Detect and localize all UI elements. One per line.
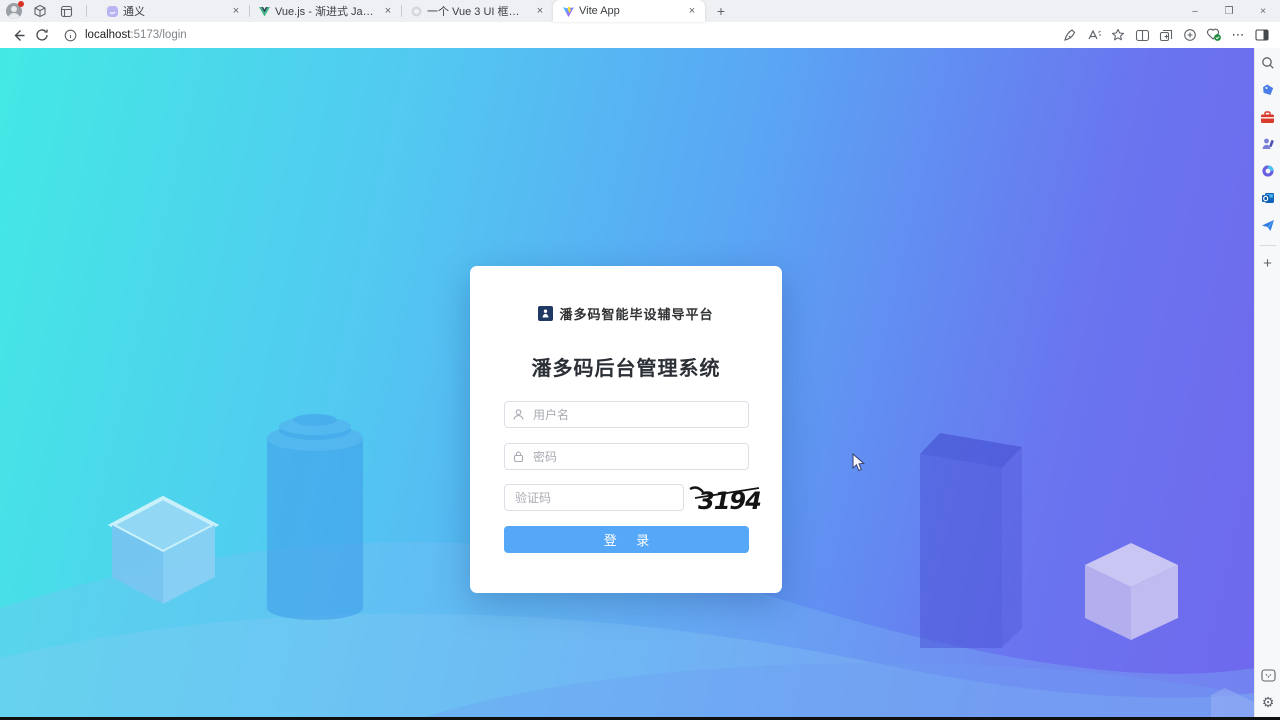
address-bar: localhost:5173/login ⋯ <box>0 22 1280 48</box>
refresh-icon[interactable] <box>30 24 54 46</box>
url-field[interactable]: localhost:5173/login <box>54 24 1058 46</box>
close-button[interactable]: × <box>1246 0 1280 22</box>
lock-icon <box>513 450 524 462</box>
new-tab-button[interactable]: + <box>711 1 731 21</box>
tab-close-icon[interactable]: × <box>381 4 395 18</box>
sidebar-customize-icon[interactable]: + <box>1259 254 1277 272</box>
tab-tongyi[interactable]: 通义 × <box>97 0 249 22</box>
brand-row: 潘多码智能毕设辅导平台 <box>470 304 782 323</box>
split-screen-icon[interactable] <box>1130 24 1154 46</box>
login-title: 潘多码后台管理系统 <box>531 358 721 380</box>
notification-dot-icon <box>18 1 24 7</box>
sidebar-bottom: ⚙ <box>1255 666 1280 711</box>
tab-groups-icon[interactable] <box>1178 24 1202 46</box>
divider <box>86 5 87 17</box>
username-input[interactable] <box>504 401 749 428</box>
tab-title: 通义 <box>123 6 145 18</box>
read-aloud-icon[interactable] <box>1082 24 1106 46</box>
user-icon <box>513 408 524 420</box>
sidebar-drop-icon[interactable] <box>1259 216 1277 234</box>
sidebar-settings-gear-icon[interactable]: ⚙ <box>1259 693 1277 711</box>
vite-icon <box>563 6 574 17</box>
divider <box>1259 245 1276 246</box>
tab-actions-icon[interactable] <box>58 3 74 19</box>
element-plus-icon <box>411 6 422 16</box>
vue-icon <box>259 6 270 16</box>
brand-name: 潘多码智能毕设辅导平台 <box>559 307 714 322</box>
tabs: 通义 × Vue.js - 渐进式 JavaScript 框架 × 一个 Vue… <box>97 0 731 22</box>
favorites-star-icon[interactable] <box>1106 24 1130 46</box>
browser-window: 通义 × Vue.js - 渐进式 JavaScript 框架 × 一个 Vue… <box>0 0 1280 720</box>
captcha-field-wrap <box>504 484 684 511</box>
workspaces-icon[interactable] <box>32 3 48 19</box>
tab-close-icon[interactable]: × <box>685 4 699 18</box>
sidebar-search-icon[interactable] <box>1259 54 1277 72</box>
login-card: 潘多码智能毕设辅导平台 潘多码后台管理系统 3194 <box>470 266 782 593</box>
mouse-cursor <box>852 453 865 472</box>
url-path: :5173/login <box>130 29 187 41</box>
minimize-button[interactable]: – <box>1178 0 1212 22</box>
collections-icon[interactable] <box>1154 24 1178 46</box>
window-controls: – ❐ × <box>1178 0 1280 22</box>
tab-close-icon[interactable]: × <box>229 4 243 18</box>
sidebar-people-icon[interactable] <box>1259 135 1277 153</box>
page-content: 潘多码智能毕设辅导平台 潘多码后台管理系统 3194 <box>0 48 1254 717</box>
profile-avatar[interactable] <box>6 1 24 19</box>
sidebar-toggle-icon[interactable] <box>1250 24 1274 46</box>
tab-vuejs[interactable]: Vue.js - 渐进式 JavaScript 框架 × <box>249 0 401 22</box>
captcha-digits: 3194 <box>698 487 761 515</box>
password-pen-icon[interactable] <box>1058 24 1082 46</box>
url-text: localhost:5173/login <box>85 29 187 41</box>
tab-title: Vue.js - 渐进式 JavaScript 框架 <box>275 6 377 18</box>
brand-logo-icon <box>538 306 554 321</box>
back-icon[interactable] <box>6 24 30 46</box>
url-host: localhost <box>85 29 131 41</box>
tab-strip: 通义 × Vue.js - 渐进式 JavaScript 框架 × 一个 Vue… <box>0 0 1280 22</box>
captcha-image[interactable]: 3194 <box>689 481 762 517</box>
tongyi-icon <box>107 5 118 17</box>
tab-title: Vite App <box>579 5 620 17</box>
captcha-input[interactable] <box>504 484 684 511</box>
tab-close-icon[interactable]: × <box>533 4 547 18</box>
browser-essentials-icon[interactable] <box>1202 24 1226 46</box>
login-button[interactable]: 登 录 <box>504 526 749 553</box>
sidebar-shopping-tag-icon[interactable] <box>1259 81 1277 99</box>
toolbar-actions: ⋯ <box>1058 24 1274 46</box>
password-input[interactable] <box>504 443 749 470</box>
sidebar-toolbox-icon[interactable] <box>1259 108 1277 126</box>
maximize-button[interactable]: ❐ <box>1212 0 1246 22</box>
tab-element-plus[interactable]: 一个 Vue 3 UI 框架 | Element Plu × <box>401 0 553 22</box>
sidebar-copilot-toggle-icon[interactable] <box>1259 666 1277 684</box>
tab-title: 一个 Vue 3 UI 框架 | Element Plu <box>427 6 529 18</box>
edge-sidebar: + ⚙ <box>1254 48 1280 717</box>
site-info-icon[interactable] <box>64 29 77 42</box>
sidebar-outlook-icon[interactable] <box>1259 189 1277 207</box>
username-field-wrap <box>504 401 749 428</box>
tab-vite-app[interactable]: Vite App × <box>553 0 705 22</box>
sidebar-designer-icon[interactable] <box>1259 162 1277 180</box>
settings-more-icon[interactable]: ⋯ <box>1226 24 1250 46</box>
password-field-wrap <box>504 443 749 470</box>
